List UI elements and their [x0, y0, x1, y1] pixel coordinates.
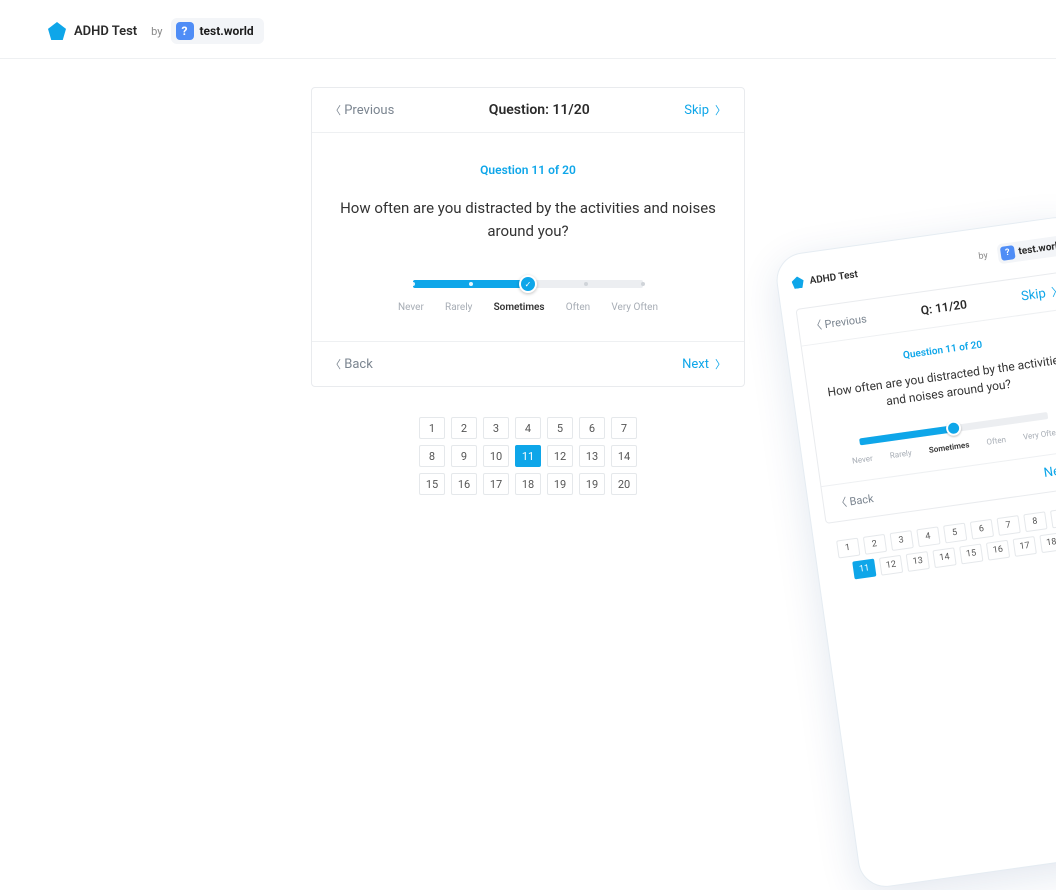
back-label: Back — [344, 357, 373, 372]
previous-button[interactable]: 〈 Previous — [330, 102, 394, 118]
skip-button[interactable]: Skip 〉 — [684, 102, 726, 118]
phone-pager-item: 3 — [889, 530, 913, 551]
slider-knob[interactable]: ✓ — [519, 275, 537, 293]
phone-question-card: 〈 Previous Q: 11/20 Skip 〉 Question 11 o… — [795, 270, 1056, 523]
brand-icon: ? — [1000, 245, 1016, 261]
phone-pager-item: 4 — [916, 526, 940, 547]
phone-app-title: ADHD Test — [809, 269, 859, 287]
phone-by-label: by — [978, 251, 989, 262]
pentagon-icon — [791, 276, 805, 290]
pager-item[interactable]: 13 — [579, 445, 605, 467]
phone-pager-item: 6 — [969, 518, 993, 539]
phone-pager-item: 11 — [852, 558, 876, 579]
chevron-left-icon: 〈 — [810, 319, 823, 333]
phone-pager-item: 13 — [906, 551, 930, 572]
pentagon-icon — [48, 22, 66, 40]
previous-label: Previous — [344, 103, 394, 118]
phone-pager-item: 8 — [1023, 511, 1047, 532]
brand-text: test.world — [200, 24, 254, 38]
question-text: How often are you distracted by the acti… — [338, 197, 718, 242]
by-label: by — [151, 25, 162, 38]
pager-item[interactable]: 11 — [515, 445, 541, 467]
chevron-left-icon: 〈 — [835, 495, 848, 509]
pager-item[interactable]: 14 — [611, 445, 637, 467]
question-pager: 123456789101112131415161718191920 — [408, 417, 648, 495]
question-counter: Question: 11/20 — [489, 102, 590, 118]
pager-item[interactable]: 12 — [547, 445, 573, 467]
phone-brand-badge: ? test.world — [996, 234, 1056, 264]
pager-item[interactable]: 18 — [515, 473, 541, 495]
phone-brand-text: test.world — [1018, 240, 1056, 257]
next-label: Next — [682, 357, 709, 372]
pager-item[interactable]: 19 — [579, 473, 605, 495]
phone-next-button: Next 〉 — [1043, 460, 1056, 482]
slider-label[interactable]: Never — [398, 302, 424, 313]
chevron-right-icon: 〉 — [715, 102, 726, 118]
phone-pager-item: 12 — [879, 554, 903, 575]
slider-label[interactable]: Often — [566, 302, 590, 313]
phone-skip-button: Skip 〉 — [1020, 283, 1056, 305]
page-header: ADHD Test by ? test.world — [0, 0, 1056, 59]
pager-item[interactable]: 3 — [483, 417, 509, 439]
phone-pager-item: 15 — [959, 543, 983, 564]
pager-item[interactable]: 16 — [451, 473, 477, 495]
chevron-right-icon: 〉 — [1051, 283, 1056, 300]
phone-pager-item: 5 — [943, 522, 967, 543]
chevron-right-icon: 〉 — [715, 356, 726, 372]
card-header: 〈 Previous Question: 11/20 Skip 〉 — [312, 88, 744, 133]
phone-pager-item: 7 — [996, 515, 1020, 536]
pager-item[interactable]: 2 — [451, 417, 477, 439]
pager-item[interactable]: 8 — [419, 445, 445, 467]
phone-pager-item: 18 — [1039, 532, 1056, 553]
phone-previous-button: 〈 Previous — [810, 310, 868, 334]
phone-pager-item: 1 — [836, 537, 860, 558]
pager-item[interactable]: 17 — [483, 473, 509, 495]
card-body: Question 11 of 20 How often are you dist… — [312, 133, 744, 341]
question-subheader: Question 11 of 20 — [338, 163, 718, 177]
slider-track[interactable]: ✓ — [413, 280, 643, 288]
pager-item[interactable]: 7 — [611, 417, 637, 439]
slider-label[interactable]: Very Often — [611, 302, 658, 313]
response-slider[interactable]: ✓ Never Rarely Sometimes Often Very Often — [338, 280, 718, 313]
pager-item[interactable]: 20 — [611, 473, 637, 495]
phone-pager-item: 9 — [1049, 507, 1056, 528]
phone-pager-item: 17 — [1013, 536, 1037, 557]
pager-item[interactable]: 1 — [419, 417, 445, 439]
pager-item[interactable]: 9 — [451, 445, 477, 467]
slider-label[interactable]: Rarely — [445, 302, 472, 313]
chevron-left-icon: 〈 — [330, 104, 341, 117]
phone-pager-item: 14 — [932, 547, 956, 568]
brand-badge[interactable]: ? test.world — [171, 18, 264, 44]
slider-label[interactable]: Sometimes — [494, 302, 545, 313]
phone-pager-item: 16 — [986, 539, 1010, 560]
brand-icon: ? — [176, 22, 194, 40]
phone-back-button: 〈 Back — [835, 490, 875, 511]
app-title: ADHD Test — [74, 24, 137, 39]
pager-item[interactable]: 6 — [579, 417, 605, 439]
question-card: 〈 Previous Question: 11/20 Skip 〉 Questi… — [311, 87, 745, 387]
phone-mockup: ADHD Test by ? test.world 〈 Previous Q: … — [773, 214, 1056, 890]
phone-pager-item: 2 — [862, 534, 886, 555]
pager-item[interactable]: 15 — [419, 473, 445, 495]
back-button[interactable]: 〈 Back — [330, 356, 373, 372]
chevron-left-icon: 〈 — [330, 358, 341, 371]
pager-item[interactable]: 5 — [547, 417, 573, 439]
card-footer: 〈 Back Next 〉 — [312, 341, 744, 386]
next-button[interactable]: Next 〉 — [682, 356, 726, 372]
phone-question-counter: Q: 11/20 — [920, 297, 968, 317]
pager-item[interactable]: 19 — [547, 473, 573, 495]
pager-item[interactable]: 4 — [515, 417, 541, 439]
pager-item[interactable]: 10 — [483, 445, 509, 467]
slider-labels: Never Rarely Sometimes Often Very Often — [398, 302, 658, 313]
skip-label: Skip — [684, 103, 709, 118]
